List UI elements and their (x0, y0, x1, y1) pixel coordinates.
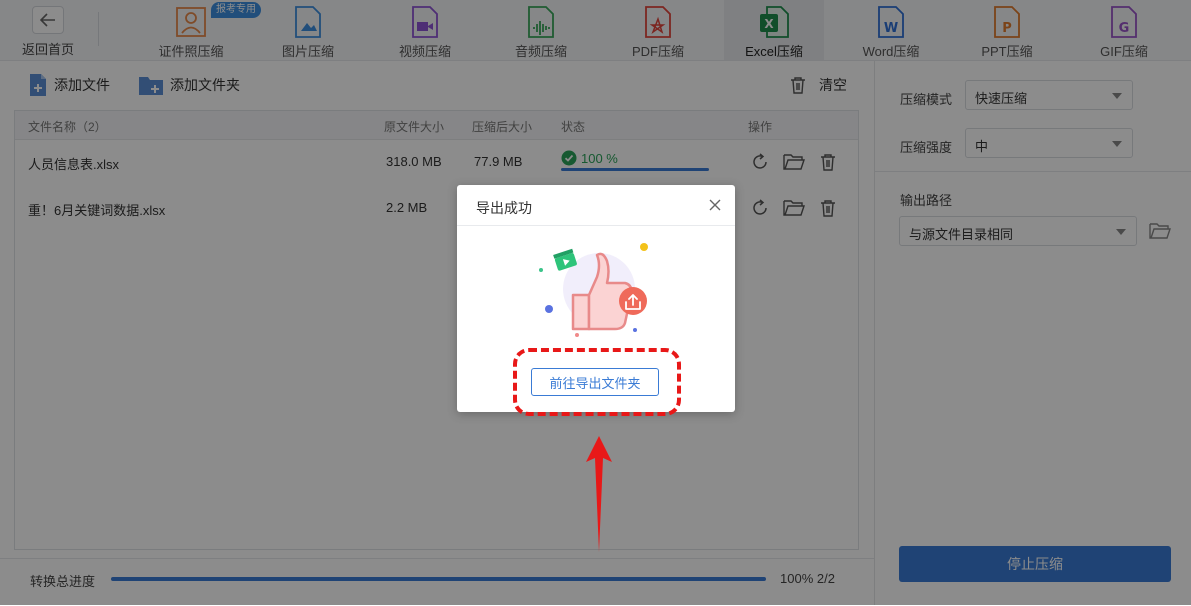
dialog-title: 导出成功 (476, 200, 532, 216)
highlight-annotation (513, 348, 681, 416)
red-arrow-annotation (586, 436, 612, 552)
dialog-header: 导出成功 (457, 185, 735, 226)
close-icon[interactable] (707, 197, 723, 213)
thumbs-up-illustration (539, 243, 648, 337)
